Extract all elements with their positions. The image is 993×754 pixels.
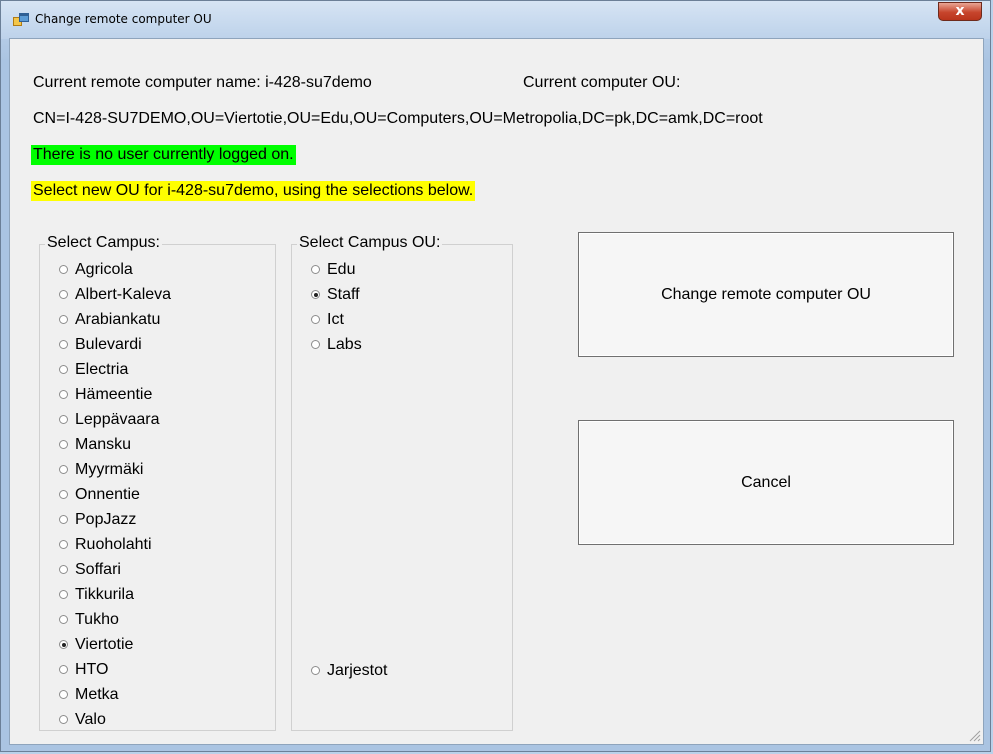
window-title: Change remote computer OU (35, 12, 212, 26)
close-button[interactable]: x (938, 2, 982, 21)
dialog-content: Current remote computer name: i-428-su7d… (9, 38, 984, 745)
radio-label: Ruoholahti (75, 536, 152, 553)
radio-label: Onnentie (75, 486, 140, 503)
close-icon: x (955, 3, 965, 19)
radio-circle (59, 690, 68, 699)
radio-circle (59, 490, 68, 499)
radio-label: Staff (327, 286, 360, 303)
radio-circle (311, 265, 320, 274)
radio-circle (59, 465, 68, 474)
app-window-icon (13, 13, 29, 26)
radio-circle (59, 265, 68, 274)
radio-circle (59, 540, 68, 549)
campus-groupbox: Select Campus: Agricola Albert-Kaleva Arab… (39, 234, 276, 731)
radio-circle (311, 290, 320, 299)
radio-circle (311, 666, 320, 675)
cancel-button-label: Cancel (741, 473, 791, 491)
current-computer-name: Current remote computer name: i-428-su7d… (33, 74, 372, 91)
radio-label: PopJazz (75, 511, 137, 528)
radio-label: Leppävaara (75, 411, 160, 428)
logon-status: There is no user currently logged on. (31, 145, 296, 165)
radio-circle (59, 365, 68, 374)
radio-label: Labs (327, 336, 362, 353)
radio-circle (311, 315, 320, 324)
current-ou-value: CN=I-428-SU7DEMO,OU=Viertotie,OU=Edu,OU=… (33, 110, 763, 127)
radio-label: Ict (327, 311, 344, 328)
radio-label: Albert-Kaleva (75, 286, 172, 303)
campus-groupbox-legend: Select Campus: (45, 234, 162, 252)
radio-label: Viertotie (75, 636, 134, 653)
radio-circle (59, 715, 68, 724)
radio-label: HTO (75, 661, 109, 678)
radio-label: Jarjestot (327, 662, 388, 679)
radio-label: Tukho (75, 611, 119, 628)
radio-label: Myyrmäki (75, 461, 144, 478)
radio-circle (59, 415, 68, 424)
radio-circle (59, 665, 68, 674)
radio-circle (59, 340, 68, 349)
radio-circle (311, 340, 320, 349)
radio-label: Edu (327, 261, 356, 278)
title-bar[interactable]: Change remote computer OU x (1, 1, 990, 39)
radio-circle (59, 615, 68, 624)
radio-circle (59, 290, 68, 299)
current-ou-label: Current computer OU: (523, 74, 681, 91)
campus-ou-groupbox-legend: Select Campus OU: (297, 234, 443, 252)
radio-label: Soffari (75, 561, 121, 578)
radio-label: Agricola (75, 261, 133, 278)
dialog-window: Change remote computer OU x Current remo… (0, 0, 991, 752)
radio-circle (59, 315, 68, 324)
radio-label: Hämeentie (75, 386, 153, 403)
radio-circle (59, 640, 68, 649)
radio-circle (59, 565, 68, 574)
radio-label: Metka (75, 686, 119, 703)
instruction-text: Select new OU for i-428-su7demo, using t… (31, 181, 476, 201)
radio-label: Electria (75, 361, 129, 378)
radio-label: Mansku (75, 436, 132, 453)
radio-circle (59, 390, 68, 399)
cancel-button[interactable]: Cancel (578, 420, 954, 545)
radio-circle (59, 590, 68, 599)
radio-label: Tikkurila (75, 586, 134, 603)
campus-ou-groupbox: Select Campus OU: Edu Staff Ict Labs Jarjes… (291, 234, 513, 731)
change-ou-button-label: Change remote computer OU (661, 285, 871, 303)
radio-circle (59, 515, 68, 524)
radio-label: Arabiankatu (75, 311, 161, 328)
resize-grip-icon[interactable] (967, 728, 981, 742)
radio-circle (59, 440, 68, 449)
radio-label: Bulevardi (75, 336, 142, 353)
radio-label: Valo (75, 711, 106, 728)
change-ou-button[interactable]: Change remote computer OU (578, 232, 954, 357)
